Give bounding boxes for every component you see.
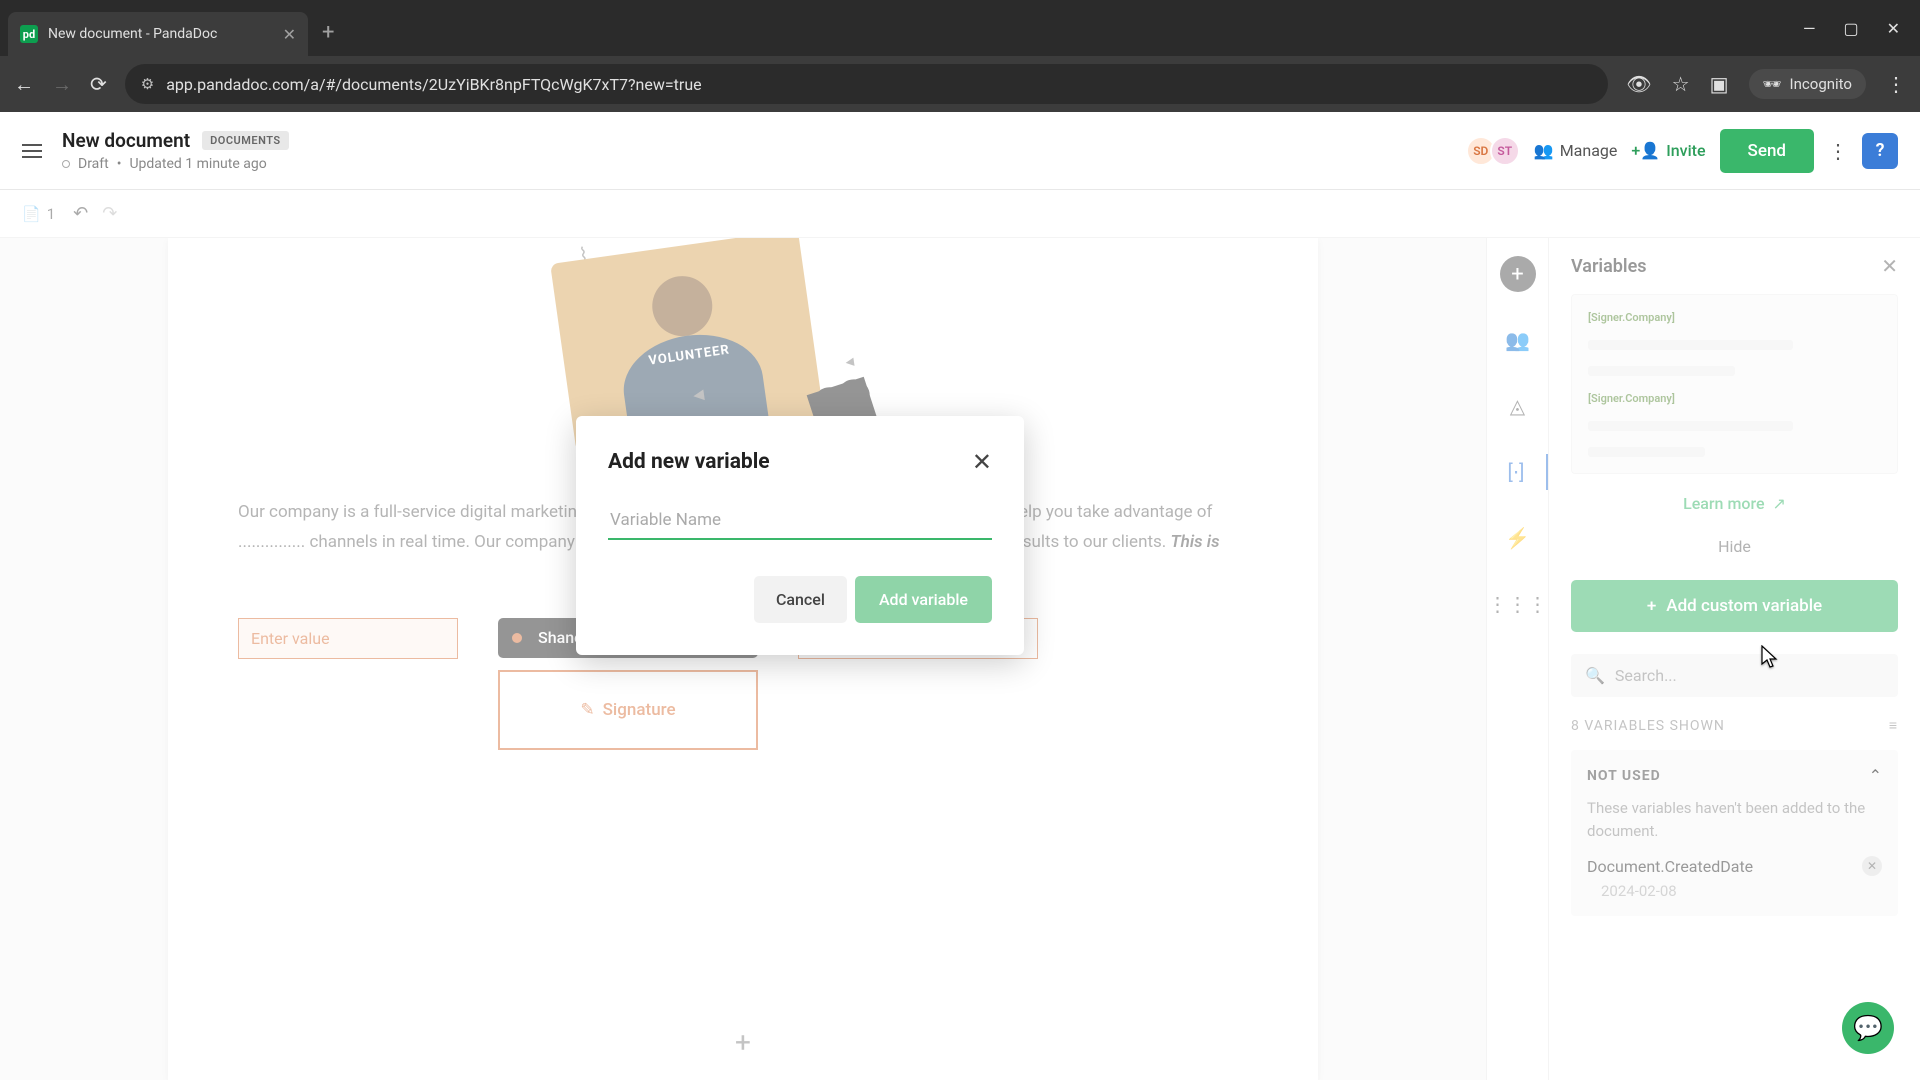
- tab-title: New document - PandaDoc: [48, 26, 273, 42]
- chat-icon: 💬: [1853, 1014, 1883, 1042]
- site-settings-icon[interactable]: ⚙: [141, 75, 154, 93]
- incognito-badge[interactable]: 🕶 Incognito: [1749, 69, 1867, 99]
- modal-title: Add new variable: [608, 450, 770, 474]
- incognito-label: Incognito: [1790, 75, 1852, 93]
- cancel-button[interactable]: Cancel: [754, 576, 847, 623]
- minimize-icon[interactable]: —: [1803, 19, 1816, 38]
- maximize-icon[interactable]: ▢: [1843, 19, 1858, 38]
- updated-label: Updated 1 minute ago: [129, 156, 266, 172]
- url-text: app.pandadoc.com/a/#/documents/2UzYiBKr8…: [166, 75, 701, 94]
- invite-button[interactable]: +👤 Invite: [1631, 141, 1705, 160]
- browser-toolbar: ← → ⟳ ⚙ app.pandadoc.com/a/#/documents/2…: [0, 56, 1920, 112]
- status-sep: •: [117, 156, 122, 172]
- window-controls: — ▢ ✕: [1803, 19, 1912, 38]
- status-label: Draft: [78, 156, 109, 172]
- browser-tab[interactable]: pd New document - PandaDoc ✕: [8, 12, 308, 56]
- browser-menu-icon[interactable]: ⋮: [1886, 72, 1906, 96]
- app-root: New document DOCUMENTS Draft • Updated 1…: [0, 112, 1920, 1080]
- incognito-icon: 🕶: [1763, 75, 1782, 93]
- visibility-off-icon[interactable]: 👁: [1626, 72, 1651, 96]
- doc-type-badge: DOCUMENTS: [202, 131, 289, 150]
- forward-icon[interactable]: →: [52, 72, 72, 97]
- browser-tab-strip: pd New document - PandaDoc ✕ + — ▢ ✕: [0, 0, 1920, 56]
- menu-icon[interactable]: [22, 144, 42, 158]
- bookmark-icon[interactable]: ☆: [1672, 72, 1690, 96]
- people-icon: 👥: [1534, 141, 1554, 160]
- avatar[interactable]: ST: [1490, 136, 1520, 166]
- panel-icon[interactable]: ▣: [1710, 72, 1729, 96]
- add-variable-button[interactable]: Add variable: [855, 576, 992, 623]
- invite-icon: +👤: [1631, 141, 1660, 160]
- address-bar[interactable]: ⚙ app.pandadoc.com/a/#/documents/2UzYiBK…: [125, 64, 1609, 104]
- modal-close-icon[interactable]: ✕: [972, 448, 992, 476]
- manage-label: Manage: [1560, 141, 1618, 160]
- back-icon[interactable]: ←: [14, 72, 34, 97]
- reload-icon[interactable]: ⟳: [90, 72, 107, 96]
- help-button[interactable]: ?: [1862, 133, 1898, 169]
- app-header: New document DOCUMENTS Draft • Updated 1…: [0, 112, 1920, 190]
- close-window-icon[interactable]: ✕: [1887, 19, 1900, 38]
- modal-overlay[interactable]: Add new variable ✕ Cancel Add variable: [0, 190, 1920, 1080]
- doc-info: New document DOCUMENTS Draft • Updated 1…: [62, 129, 1452, 172]
- doc-title[interactable]: New document: [62, 129, 190, 152]
- more-menu-icon[interactable]: ⋮: [1828, 139, 1848, 163]
- status-dot-icon: [62, 160, 70, 168]
- avatar-stack[interactable]: SD ST: [1472, 136, 1520, 166]
- variable-name-input[interactable]: [608, 502, 992, 540]
- new-tab-button[interactable]: +: [322, 20, 334, 45]
- chat-fab[interactable]: 💬: [1842, 1002, 1894, 1054]
- manage-button[interactable]: 👥 Manage: [1534, 141, 1618, 160]
- add-variable-modal: Add new variable ✕ Cancel Add variable: [576, 416, 1024, 655]
- tab-close-icon[interactable]: ✕: [283, 25, 296, 44]
- invite-label: Invite: [1666, 141, 1705, 160]
- send-button[interactable]: Send: [1720, 129, 1814, 173]
- favicon: pd: [20, 25, 38, 43]
